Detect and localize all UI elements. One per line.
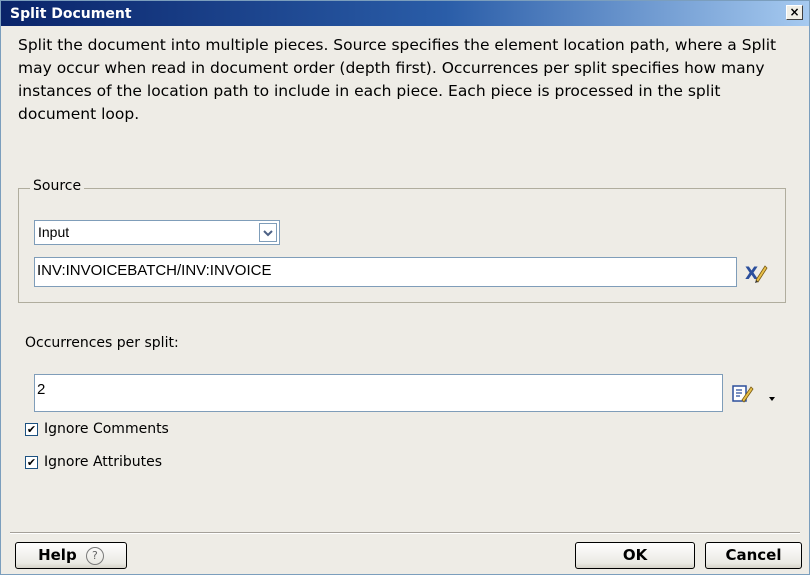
ignore-attributes-checkbox[interactable]: ✔ (25, 455, 38, 469)
ignore-attributes-row[interactable]: ✔ Ignore Attributes (25, 454, 162, 470)
help-button[interactable]: Help ? (15, 542, 127, 569)
ignore-comments-label: Ignore Comments (44, 421, 169, 437)
ignore-comments-row[interactable]: ✔ Ignore Comments (25, 421, 169, 437)
xpath-editor-icon[interactable]: X (744, 260, 768, 284)
occurrences-label: Occurrences per split: (25, 335, 179, 351)
source-legend: Source (30, 178, 85, 194)
ok-button[interactable]: OK (575, 542, 695, 569)
close-button[interactable]: × (786, 5, 803, 20)
ignore-comments-checkbox[interactable]: ✔ (25, 422, 38, 436)
cancel-button[interactable]: Cancel (705, 542, 802, 569)
title-bar[interactable]: Split Document × (1, 1, 809, 26)
split-document-dialog: Split Document × Split the document into… (0, 0, 810, 575)
help-button-label: Help (38, 546, 77, 564)
chevron-down-icon[interactable] (259, 223, 277, 242)
source-select-value: Input (38, 224, 70, 240)
help-circle-icon: ? (85, 546, 104, 565)
source-select[interactable]: Input (34, 220, 280, 245)
ignore-attributes-label: Ignore Attributes (44, 454, 163, 470)
footer-separator (10, 532, 800, 534)
window-title: Split Document (10, 6, 132, 22)
description-text: Split the document into multiple pieces.… (18, 36, 777, 123)
location-path-input[interactable]: INV:INVOICEBATCH/INV:INVOICE (34, 257, 737, 287)
dropdown-arrow-icon[interactable] (767, 389, 777, 401)
expression-editor-icon[interactable] (731, 382, 755, 406)
occurrences-input[interactable]: 2 (34, 374, 723, 412)
